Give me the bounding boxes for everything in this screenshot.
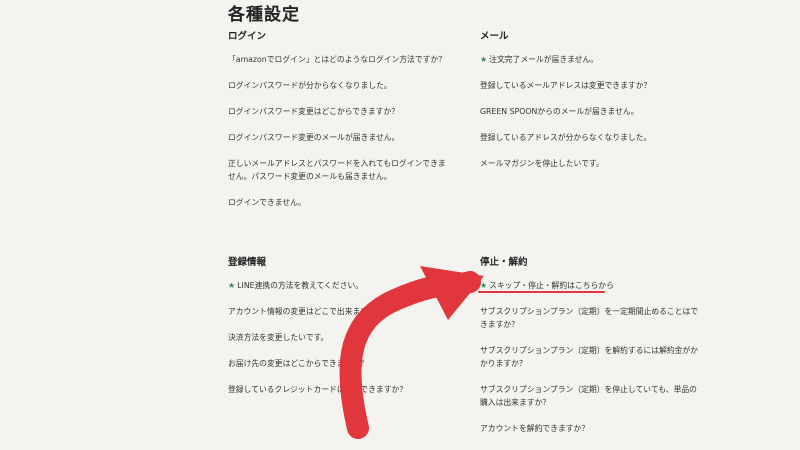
section-cancel: 停止・解約 ★ スキップ・停止・解約はこちらから サブスクリプションプラン（定期）… (480, 254, 700, 448)
section-title-mail: メール (480, 31, 509, 42)
annotation-underline (478, 291, 605, 293)
section-mail: メール ★ 注文完了メールが届きません。 登録しているメールアドレスは変更できます… (480, 28, 700, 183)
star-icon: ★ (228, 281, 236, 290)
faq-link[interactable]: ログインパスワードが分からなくなりました。 (228, 79, 448, 92)
section-title-login: ログイン (228, 31, 267, 42)
faq-link[interactable]: GREEN SPOONからのメールが届きません。 (480, 105, 700, 118)
faq-link[interactable]: アカウントを解約できますか？ (480, 422, 700, 435)
faq-link[interactable]: 「amazonでログイン」とはどのようなログイン方法ですか？ (228, 53, 448, 66)
faq-link-featured[interactable]: ★ 注文完了メールが届きません。 (480, 53, 700, 66)
faq-link[interactable]: アカウント情報の変更はどこで出来ますか？ (228, 305, 448, 318)
faq-link[interactable]: 登録しているアドレスが分からなくなりました。 (480, 131, 700, 144)
star-icon: ★ (480, 55, 488, 64)
faq-link-featured[interactable]: ★ LINE連携の方法を教えてください。 (228, 279, 448, 292)
faq-link[interactable]: 登録しているメールアドレスは変更できますか？ (480, 79, 700, 92)
faq-link[interactable]: ログインできません。 (228, 196, 448, 209)
faq-link[interactable]: サブスクリプションプラン（定期）を解約するには解約金がかかりますか？ (480, 344, 700, 370)
faq-link[interactable]: ログインパスワード変更のメールが届きません。 (228, 131, 448, 144)
section-title-registration: 登録情報 (228, 257, 267, 268)
faq-link[interactable]: 正しいメールアドレスとパスワードを入れてもログインできません。パスワード変更のメ… (228, 157, 448, 183)
page-title: 各種設定 (228, 5, 300, 25)
faq-link[interactable]: サブスクリプションプラン（定期）を停止していても、単品の購入は出来ますか？ (480, 383, 700, 409)
section-login: ログイン 「amazonでログイン」とはどのようなログイン方法ですか？ ログイン… (228, 28, 448, 222)
faq-link[interactable]: ログインパスワード変更はどこからできますか？ (228, 105, 448, 118)
section-registration: 登録情報 ★ LINE連携の方法を教えてください。 アカウント情報の変更はどこで出… (228, 254, 448, 409)
star-icon: ★ (480, 281, 488, 290)
faq-link[interactable]: 決済方法を変更したいです。 (228, 331, 448, 344)
faq-link[interactable]: サブスクリプションプラン（定期）を一定期間止めることはできますか？ (480, 305, 700, 331)
faq-link[interactable]: メールマガジンを停止したいです。 (480, 157, 700, 170)
faq-link[interactable]: お届け先の変更はどこからできますか？ (228, 357, 448, 370)
section-title-cancel: 停止・解約 (480, 257, 528, 268)
faq-link[interactable]: 登録しているクレジットカードは変更できますか？ (228, 383, 448, 396)
